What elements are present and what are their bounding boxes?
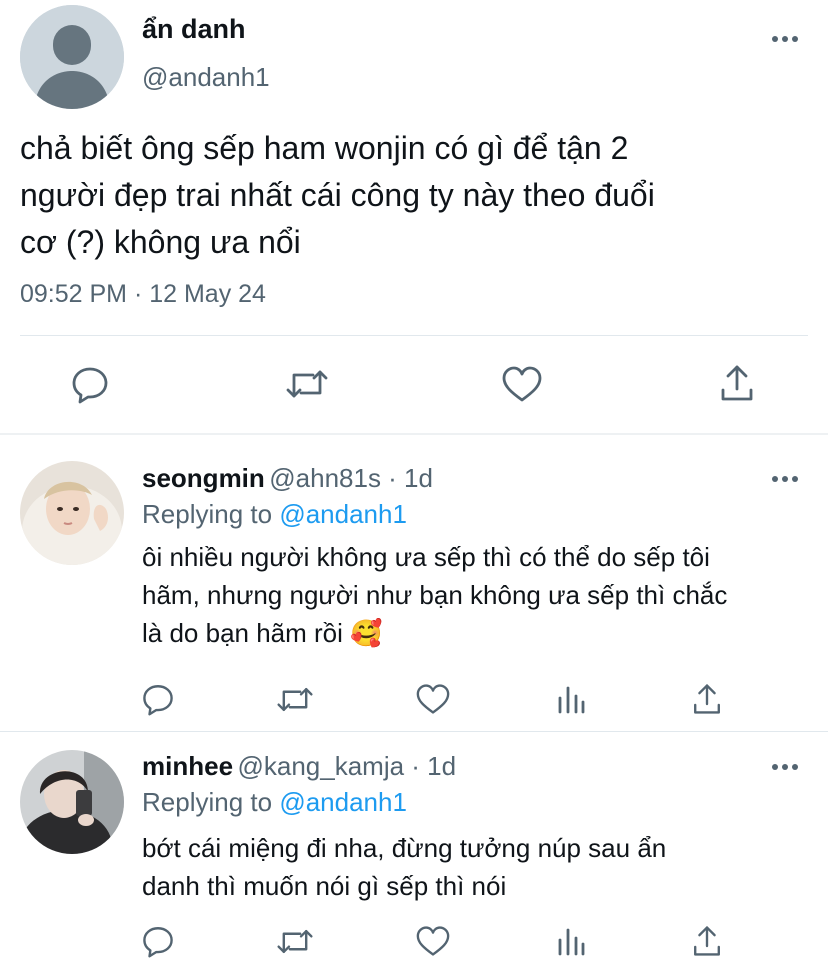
reply-text-line: danh thì muốn nói gì sếp thì nói [142, 871, 507, 901]
avatar[interactable] [20, 461, 124, 565]
reply-header: seongmin @ahn81s · 1d [142, 463, 433, 494]
more-options-icon[interactable] [772, 36, 800, 44]
reply-icon[interactable] [70, 364, 110, 404]
replying-to: Replying to @andanh1 [142, 499, 407, 530]
divider [0, 731, 828, 732]
reply-icon[interactable] [141, 924, 175, 958]
share-icon[interactable] [691, 924, 723, 958]
avatar[interactable] [20, 5, 124, 109]
tweet-text-line: người đẹp trai nhất cái công ty này theo… [20, 177, 655, 213]
like-icon[interactable] [415, 925, 451, 957]
replying-label: Replying to [142, 499, 280, 529]
tweet-text-line: cơ (?) không ưa nổi [20, 224, 301, 260]
user-handle[interactable]: @andanh1 [142, 62, 270, 93]
retweet-icon[interactable] [276, 684, 314, 715]
retweet-icon[interactable] [285, 366, 329, 402]
display-name[interactable]: minhee [142, 751, 233, 781]
tweet-text-line: chả biết ông sếp ham wonjin có gì để tận… [20, 130, 629, 166]
display-name[interactable]: ẩn danh [142, 14, 246, 45]
tweet-text: chả biết ông sếp ham wonjin có gì để tận… [20, 125, 810, 266]
reply-icon[interactable] [141, 682, 175, 716]
more-options-icon[interactable] [772, 764, 800, 772]
analytics-icon[interactable] [556, 926, 586, 956]
retweet-icon[interactable] [276, 926, 314, 957]
reply-header: minhee @kang_kamja · 1d [142, 751, 456, 782]
handle-and-time[interactable]: @ahn81s · 1d [269, 463, 433, 493]
default-avatar-icon [20, 5, 124, 109]
display-name[interactable]: seongmin [142, 463, 265, 493]
divider [0, 433, 828, 435]
tweet-timestamp[interactable]: 09:52 PM · 12 May 24 [20, 280, 266, 309]
analytics-icon[interactable] [556, 684, 586, 714]
replying-label: Replying to [142, 787, 280, 817]
reply-text-line: bớt cái miệng đi nha, đừng tưởng núp sau… [142, 833, 667, 863]
reply-text: bớt cái miệng đi nha, đừng tưởng núp sau… [142, 829, 812, 905]
reply-text-line: hãm, nhưng người như bạn không ưa sếp th… [142, 580, 728, 610]
divider [20, 335, 808, 336]
avatar-photo [20, 461, 124, 565]
like-icon[interactable] [501, 365, 543, 403]
more-options-icon[interactable] [772, 476, 800, 484]
handle-and-time[interactable]: @kang_kamja · 1d [237, 751, 456, 781]
share-icon[interactable] [691, 682, 723, 716]
avatar[interactable] [20, 750, 124, 854]
reply-text-line: là do bạn hãm rồi [142, 618, 343, 648]
smiling-hearts-emoji: 🥰 [350, 618, 383, 648]
like-icon[interactable] [415, 683, 451, 715]
share-icon[interactable] [718, 363, 756, 403]
reply-text-line: ôi nhiều người không ưa sếp thì có thể d… [142, 542, 710, 572]
replying-to: Replying to @andanh1 [142, 787, 407, 818]
mention-link[interactable]: @andanh1 [279, 787, 407, 817]
mention-link[interactable]: @andanh1 [279, 499, 407, 529]
avatar-photo [20, 750, 124, 854]
reply-text: ôi nhiều người không ưa sếp thì có thể d… [142, 538, 812, 652]
